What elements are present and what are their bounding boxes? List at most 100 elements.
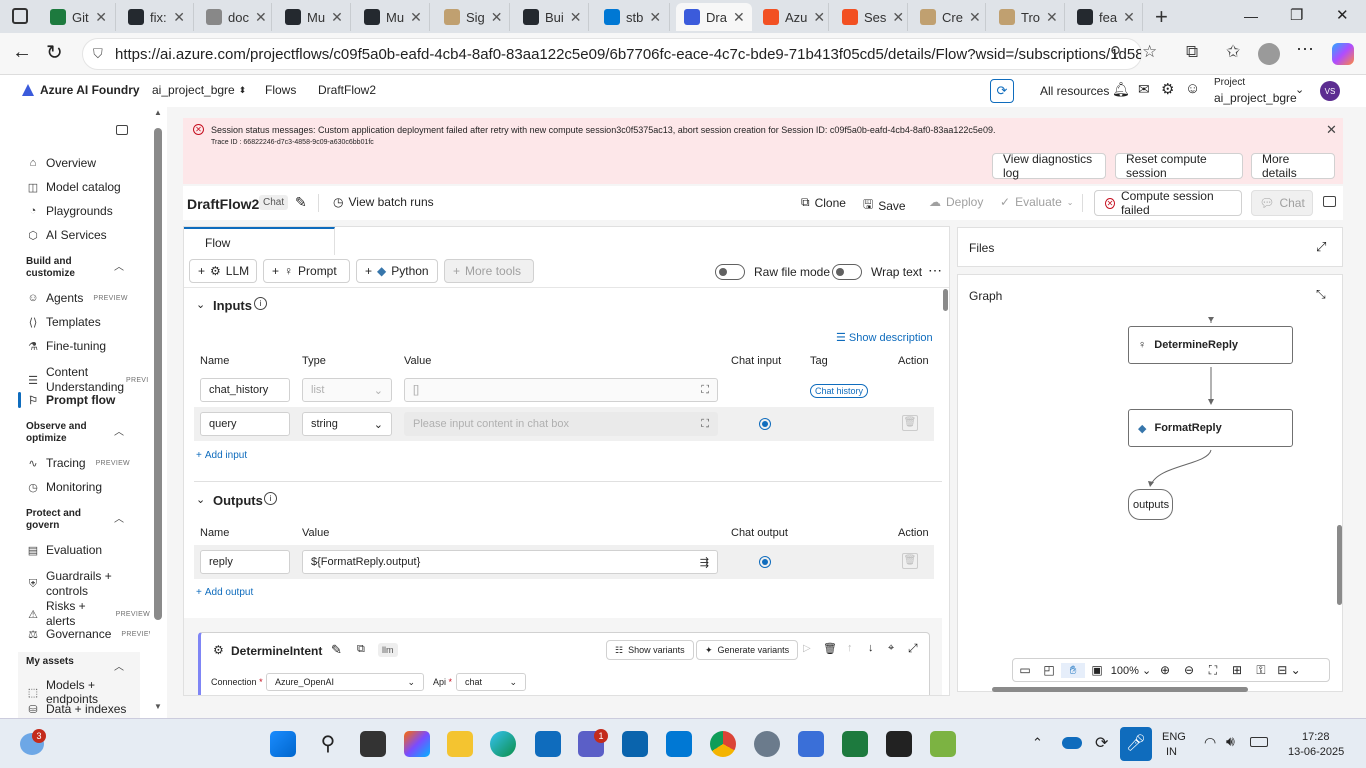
- add-output-link[interactable]: + Add output: [196, 587, 253, 598]
- zoom-level[interactable]: 100% ⌄: [1109, 664, 1153, 677]
- close-window-button[interactable]: ✕: [1336, 6, 1349, 24]
- minimap-icon[interactable]: ◰: [1037, 663, 1061, 677]
- feedback-icon[interactable]: ✉: [1138, 81, 1150, 98]
- browser-tab[interactable]: Mu ✕: [356, 3, 430, 31]
- start-icon[interactable]: [270, 731, 296, 757]
- edit-icon[interactable]: ✎: [331, 642, 342, 658]
- chevron-up-icon[interactable]: ︿: [114, 658, 124, 673]
- chat-input-radio[interactable]: [759, 418, 771, 430]
- run-node-icon[interactable]: ▷: [803, 643, 811, 654]
- volume-icon[interactable]: 🔊︎: [1226, 733, 1235, 750]
- chevron-down-icon[interactable]: ⌄: [196, 493, 205, 506]
- raw-file-mode-toggle[interactable]: [715, 264, 745, 280]
- outlook-icon[interactable]: [622, 731, 648, 757]
- breadcrumb-project[interactable]: ai_project_bgre ⬍: [152, 83, 246, 97]
- brand-logo[interactable]: Azure AI Foundry: [22, 83, 140, 97]
- chevron-up-icon[interactable]: ︿: [114, 423, 124, 438]
- show-description-link[interactable]: ☰ Show description: [836, 331, 933, 345]
- vscode-icon[interactable]: [666, 731, 692, 757]
- output-value-field[interactable]: ${FormatReply.output} ⇶: [302, 550, 718, 574]
- clone-button[interactable]: ⧉ Clone: [801, 195, 846, 210]
- notifications-icon[interactable]: 🔔︎: [1112, 81, 1130, 98]
- settings-app-icon[interactable]: [754, 731, 780, 757]
- sidebar-item[interactable]: ⌂ Overview: [26, 156, 150, 170]
- input-name-field[interactable]: query: [200, 412, 290, 436]
- collapse-nav-icon[interactable]: [116, 125, 128, 135]
- sidebar-item[interactable]: ⚐ Prompt flow: [26, 393, 150, 407]
- comment-icon[interactable]: ▭: [1013, 663, 1037, 677]
- nav-section-header[interactable]: Protect and govern: [26, 508, 116, 532]
- sidebar-item[interactable]: ⛁ Data + indexes: [26, 702, 150, 716]
- sidebar-item[interactable]: ◫ Model catalog: [26, 180, 150, 194]
- mic-icon[interactable]: 🎤︎: [1120, 727, 1152, 761]
- favorite-icon[interactable]: ☆: [1142, 42, 1157, 62]
- add-python-button[interactable]: + ◆ Python: [356, 259, 438, 283]
- show-variants-button[interactable]: ☷ Show variants: [606, 640, 694, 660]
- view-batch-runs-button[interactable]: ◷ View batch runs: [333, 195, 434, 209]
- delete-icon[interactable]: 🗑︎: [902, 415, 918, 431]
- deploy-button[interactable]: ☁ Deploy: [929, 195, 983, 209]
- more-details-button[interactable]: More details: [1251, 152, 1335, 180]
- sidebar-item[interactable]: ⛨ Guardrails + controls: [26, 569, 150, 599]
- move-up-icon[interactable]: ↑: [847, 642, 853, 654]
- close-tab-icon[interactable]: ✕: [892, 9, 904, 26]
- restore-button[interactable]: ❐: [1290, 6, 1303, 24]
- reset-compute-button[interactable]: Reset compute session: [1115, 152, 1243, 180]
- panel-toggle-icon[interactable]: [1323, 196, 1336, 207]
- sidebar-item[interactable]: ⟨⟩ Templates: [26, 315, 150, 329]
- language-label[interactable]: ENG: [1162, 731, 1186, 743]
- task-view-icon[interactable]: [360, 731, 386, 757]
- sidebar-item[interactable]: ☺ Agents PREVIEW: [26, 291, 150, 305]
- onedrive-icon[interactable]: [1062, 737, 1082, 749]
- refresh-icon[interactable]: ↻: [46, 40, 63, 65]
- browser-tab[interactable]: Bui ✕: [515, 3, 589, 31]
- breadcrumb-flows[interactable]: Flows: [265, 83, 296, 97]
- sidebar-item[interactable]: ◷ Monitoring: [26, 480, 150, 494]
- graph-hscrollbar[interactable]: [992, 687, 1248, 692]
- chat-button[interactable]: 💬︎ Chat: [1251, 190, 1313, 216]
- locate-node-icon[interactable]: ⌖: [888, 642, 894, 655]
- graph-node-formatreply[interactable]: ◆ FormatReply: [1128, 409, 1293, 447]
- connection-select[interactable]: Azure_OpenAI ⌄: [266, 673, 424, 691]
- generate-variants-button[interactable]: ✦ Generate variants: [696, 640, 799, 660]
- sync-tray-icon[interactable]: ⟳: [1095, 733, 1108, 753]
- search-icon[interactable]: ⚲: [315, 731, 341, 757]
- close-tab-icon[interactable]: ✕: [1046, 9, 1058, 26]
- graph-vscrollbar[interactable]: [1337, 525, 1342, 605]
- fit-view-icon[interactable]: ⛶: [1201, 663, 1225, 678]
- browser-tab[interactable]: Tro ✕: [991, 3, 1065, 31]
- app-icon[interactable]: [930, 731, 956, 757]
- site-info-icon[interactable]: ⛉: [93, 46, 103, 62]
- add-llm-button[interactable]: + ⚙ LLM: [189, 259, 257, 283]
- chevron-up-icon[interactable]: ︿: [114, 510, 124, 525]
- move-down-icon[interactable]: ↓: [868, 642, 874, 654]
- more-options-icon[interactable]: ⋯: [928, 262, 942, 279]
- file-explorer-icon[interactable]: [447, 731, 473, 757]
- browser-tab[interactable]: Sig ✕: [436, 3, 510, 31]
- browser-tab[interactable]: Git ✕: [42, 3, 116, 31]
- zoom-out-icon[interactable]: ⊖: [1177, 663, 1201, 677]
- sidebar-item[interactable]: ▤ Evaluation: [26, 543, 150, 557]
- extensions-icon[interactable]: ⧉: [1186, 42, 1198, 62]
- browser-tab[interactable]: fea ✕: [1069, 3, 1143, 31]
- store-icon[interactable]: [535, 731, 561, 757]
- add-input-link[interactable]: + Add input: [196, 450, 247, 461]
- browser-tab[interactable]: fix: ✕: [120, 3, 194, 31]
- clock-date[interactable]: 13-06-2025: [1288, 746, 1344, 758]
- sidebar-item[interactable]: ⚗ Fine-tuning: [26, 339, 150, 353]
- favorites-bar-icon[interactable]: ✩: [1226, 42, 1240, 62]
- sidebar-item[interactable]: ◔ Playgrounds: [26, 204, 150, 218]
- copy-icon[interactable]: ⧉: [357, 643, 365, 656]
- minimize-button[interactable]: —: [1244, 8, 1258, 24]
- close-tab-icon[interactable]: ✕: [733, 9, 745, 26]
- battery-icon[interactable]: [1250, 737, 1268, 747]
- back-icon[interactable]: ←: [12, 41, 32, 64]
- close-tab-icon[interactable]: ✕: [410, 9, 422, 26]
- more-menu-icon[interactable]: ⋯: [1296, 39, 1314, 60]
- expand-icon[interactable]: ⛶: [701, 418, 709, 431]
- browser-tab[interactable]: Ses ✕: [834, 3, 908, 31]
- copilot-icon[interactable]: [1332, 43, 1354, 65]
- edge-icon[interactable]: [490, 731, 516, 757]
- sidebar-item[interactable]: ⚠ Risks + alerts PREVIEW: [26, 599, 150, 629]
- dismiss-banner-icon[interactable]: ✕: [1326, 122, 1337, 138]
